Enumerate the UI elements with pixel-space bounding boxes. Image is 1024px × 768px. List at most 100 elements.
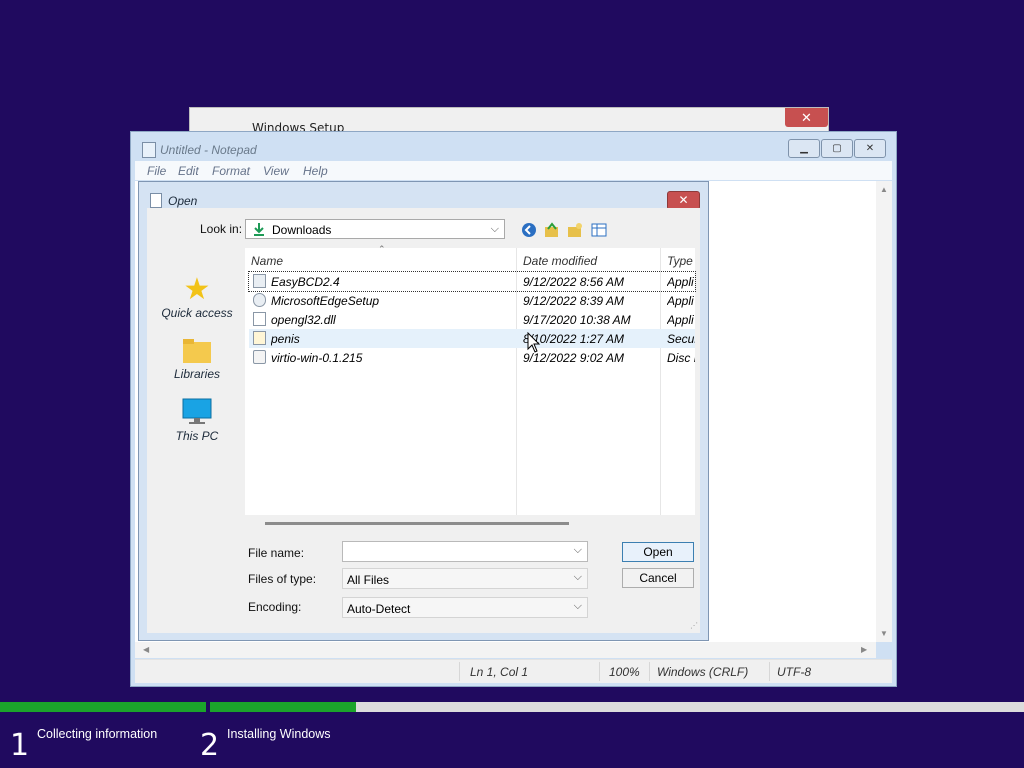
- places-bar: ★ Quick access Libraries This PC: [155, 274, 239, 474]
- scroll-right-icon[interactable]: ▶: [861, 645, 867, 654]
- file-list[interactable]: ⌃ Name Date modified Type EasyBCD2.4 9/1…: [245, 244, 696, 515]
- vertical-scrollbar[interactable]: ▲ ▼: [876, 181, 892, 642]
- file-row[interactable]: opengl32.dll 9/17/2020 10:38 AM Appli: [249, 310, 695, 329]
- file-date: 9/17/2020 10:38 AM: [523, 313, 631, 327]
- back-icon[interactable]: [521, 222, 537, 238]
- scroll-left-icon[interactable]: ◀: [143, 645, 149, 654]
- files-of-type-label: Files of type:: [248, 572, 317, 586]
- dialog-body: Look in: Downloads ⌵ ★ Quick access Libr…: [147, 208, 700, 633]
- place-label: Quick access: [161, 306, 233, 320]
- status-bar: Ln 1, Col 1 100% Windows (CRLF) UTF-8: [135, 659, 892, 683]
- file-date: 9/12/2022 8:56 AM: [523, 275, 624, 289]
- folder-icon: [183, 339, 211, 363]
- place-quick-access[interactable]: ★ Quick access: [155, 273, 239, 321]
- chevron-down-icon: ⌵: [490, 223, 499, 235]
- close-button[interactable]: ✕: [854, 139, 886, 158]
- file-name: penis: [271, 332, 300, 346]
- status-position: Ln 1, Col 1: [470, 665, 529, 679]
- horizontal-scrollbar[interactable]: ◀ ▶: [135, 642, 876, 658]
- menu-format[interactable]: Format: [212, 164, 250, 178]
- status-line-endings: Windows (CRLF): [657, 665, 749, 679]
- status-divider: [599, 662, 600, 681]
- file-name: virtio-win-0.1.215: [271, 351, 363, 365]
- step-number: 1: [10, 728, 30, 763]
- file-row[interactable]: MicrosoftEdgeSetup 9/12/2022 8:39 AM App…: [249, 291, 695, 310]
- file-name: opengl32.dll: [271, 313, 336, 327]
- look-in-label: Look in:: [200, 222, 243, 236]
- open-button[interactable]: Open: [622, 542, 694, 562]
- maximize-button[interactable]: ▢: [821, 139, 853, 158]
- file-row[interactable]: EasyBCD2.4 9/12/2022 8:56 AM Appli: [248, 271, 696, 292]
- dialog-title: Open: [168, 194, 198, 208]
- dialog-notepad-icon: [150, 193, 162, 208]
- file-name-input[interactable]: ⌵: [342, 541, 588, 562]
- file-list-scrollbar[interactable]: [265, 522, 569, 525]
- place-this-pc[interactable]: This PC: [155, 398, 239, 443]
- step-label: Installing Windows: [227, 727, 331, 741]
- status-encoding: UTF-8: [777, 665, 811, 679]
- look-in-dropdown[interactable]: Downloads ⌵: [245, 219, 505, 239]
- status-divider: [459, 662, 460, 681]
- progress-fill-step2: [210, 702, 356, 712]
- notepad-icon: [142, 142, 156, 158]
- menu-help[interactable]: Help: [303, 164, 328, 178]
- file-name-label: File name:: [248, 546, 305, 560]
- file-type: Appli: [667, 294, 694, 308]
- column-name[interactable]: Name: [251, 254, 283, 268]
- status-zoom: 100%: [609, 665, 640, 679]
- cancel-button[interactable]: Cancel: [622, 568, 694, 588]
- file-type: Secur: [667, 332, 695, 346]
- application-icon: [253, 274, 266, 288]
- status-divider: [649, 662, 650, 681]
- file-type: Disc I: [667, 351, 695, 365]
- disc-image-icon: [253, 350, 266, 364]
- edge-setup-icon: [253, 293, 266, 307]
- sort-ascending-icon: ⌃: [378, 244, 386, 254]
- chevron-down-icon: ⌵: [573, 544, 582, 556]
- place-libraries[interactable]: Libraries: [155, 338, 239, 381]
- file-date: 9/12/2022 9:02 AM: [523, 351, 624, 365]
- monitor-icon: [182, 398, 212, 424]
- download-arrow-icon: [254, 223, 264, 236]
- view-menu-icon[interactable]: [591, 222, 607, 238]
- files-of-type-value: All Files: [347, 573, 390, 587]
- step-number: 2: [200, 728, 220, 763]
- resize-grip-icon[interactable]: ⋰: [690, 621, 698, 630]
- minimize-button[interactable]: ▁: [788, 139, 820, 158]
- open-dialog: Open ✕ Look in: Downloads ⌵ ★ Quick acce…: [138, 181, 709, 641]
- column-date-modified[interactable]: Date modified: [523, 254, 597, 268]
- dll-file-icon: [253, 312, 266, 326]
- menu-edit[interactable]: Edit: [178, 164, 199, 178]
- up-folder-icon[interactable]: [544, 222, 560, 238]
- look-in-value: Downloads: [272, 223, 332, 237]
- chevron-down-icon: ⌵: [573, 571, 582, 583]
- file-date: 8/10/2022 1:27 AM: [523, 332, 624, 346]
- status-divider: [769, 662, 770, 681]
- encoding-dropdown[interactable]: Auto-Detect ⌵: [342, 597, 588, 618]
- place-label: Libraries: [173, 367, 221, 381]
- file-type: Appli: [667, 275, 694, 289]
- certificate-icon: [253, 331, 266, 345]
- menu-file[interactable]: File: [147, 164, 166, 178]
- progress-fill-step1: [0, 702, 206, 712]
- new-folder-icon[interactable]: [567, 222, 583, 238]
- place-label: This PC: [175, 429, 219, 443]
- menu-bar: File Edit Format View Help: [135, 161, 892, 180]
- encoding-value: Auto-Detect: [347, 602, 411, 616]
- files-of-type-dropdown[interactable]: All Files ⌵: [342, 568, 588, 589]
- setup-close-button[interactable]: ✕: [785, 108, 828, 127]
- scroll-down-icon[interactable]: ▼: [880, 629, 888, 638]
- file-row-hovered[interactable]: penis 8/10/2022 1:27 AM Secur: [249, 329, 695, 348]
- menu-view[interactable]: View: [263, 164, 289, 178]
- file-row[interactable]: virtio-win-0.1.215 9/12/2022 9:02 AM Dis…: [249, 348, 695, 367]
- mouse-pointer-icon: [527, 332, 541, 353]
- step-label: Collecting information: [37, 727, 158, 741]
- chevron-down-icon: ⌵: [573, 600, 582, 612]
- star-icon: ★: [183, 273, 211, 306]
- column-type[interactable]: Type: [667, 254, 693, 268]
- file-name: MicrosoftEdgeSetup: [271, 294, 380, 308]
- notepad-title: Untitled - Notepad: [160, 143, 257, 157]
- encoding-label: Encoding:: [248, 600, 302, 614]
- scroll-up-icon[interactable]: ▲: [880, 185, 888, 194]
- file-type: Appli: [667, 313, 694, 327]
